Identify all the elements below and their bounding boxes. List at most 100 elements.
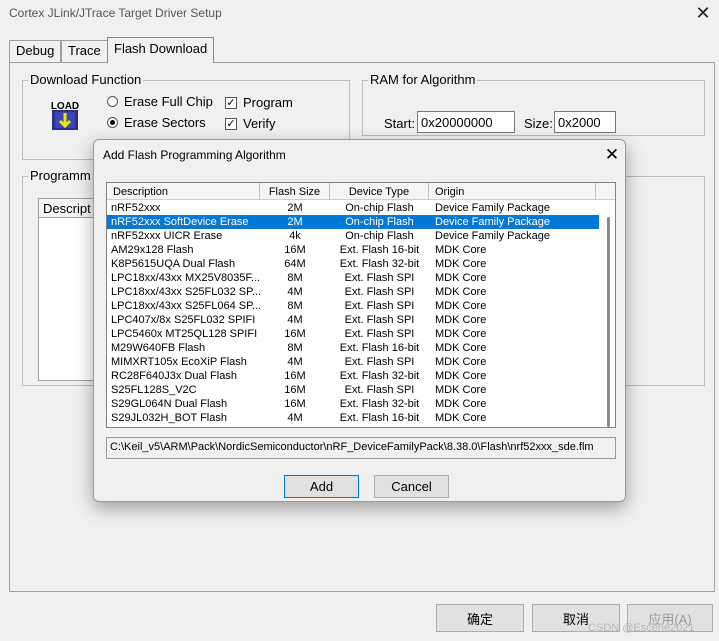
add-button[interactable]: Add [284, 475, 359, 498]
cell-origin: MDK Core [435, 286, 487, 298]
cell-origin: Device Family Package [435, 230, 550, 242]
cell-description: LPC18xx/43xx S25FL064 SP... [111, 300, 260, 312]
table-row[interactable]: MIMXRT105x EcoXiP Flash 4M Ext. Flash SPI M… [107, 355, 599, 369]
table-row[interactable]: M29W640FB Flash 8M Ext. Flash 16-bit MDK Co… [107, 341, 599, 355]
table-row[interactable]: LPC5460x MT25QL128 SPIFI 16M Ext. Flash SP… [107, 327, 599, 341]
scrollbar-thumb[interactable] [607, 217, 610, 427]
cell-description: nRF52xxx SoftDevice Erase [111, 216, 249, 228]
cell-flash-size: 8M [287, 300, 303, 312]
table-row[interactable]: nRF52xxx UICR Erase 4k On-chip Flash Device… [107, 229, 599, 243]
cell-origin: Device Family Package [435, 202, 550, 214]
cell-description: nRF52xxx [111, 202, 161, 214]
table-row[interactable]: LPC407x/8x S25FL032 SPIFI 4M Ext. Flash SP… [107, 313, 599, 327]
table-row[interactable]: S29GL064N Dual Flash 16M Ext. Flash 32-bit… [107, 397, 599, 411]
download-function-label: Download Function [28, 72, 144, 87]
algorithm-table[interactable]: Description Flash Size Device Type Origi… [106, 182, 616, 428]
tab-trace[interactable]: Trace [61, 40, 108, 62]
cell-flash-size: 8M [287, 342, 303, 354]
dialog-close-button[interactable]: ✕ [600, 144, 624, 166]
cell-description: AM29x128 Flash [111, 244, 194, 256]
load-icon: LOAD [49, 99, 81, 131]
dialog-title: Add Flash Programming Algorithm [103, 148, 286, 162]
cell-description: S29JL032H_BOT Flash [111, 412, 227, 424]
erase-sectors-label: Erase Sectors [124, 115, 206, 130]
cell-device-type: Ext. Flash 16-bit [339, 244, 420, 256]
cell-description: MIMXRT105x EcoXiP Flash [111, 356, 247, 368]
cell-flash-size: 8M [287, 272, 303, 284]
cell-flash-size: 2M [287, 216, 303, 228]
start-address-field[interactable]: 0x20000000 [417, 111, 515, 133]
column-header-description[interactable]: Description [107, 183, 260, 200]
dialog-cancel-button[interactable]: Cancel [374, 475, 449, 498]
cell-flash-size: 2M [287, 202, 303, 214]
cell-device-type: Ext. Flash 16-bit [339, 342, 420, 354]
cell-description: M29W640FB Flash [111, 342, 206, 354]
tab-debug[interactable]: Debug [9, 40, 62, 62]
cell-origin: MDK Core [435, 314, 487, 326]
cell-flash-size: 16M [284, 384, 306, 396]
erase-full-chip-radio[interactable] [107, 96, 118, 107]
vertical-scrollbar[interactable] [602, 201, 614, 427]
cell-flash-size: 64M [284, 258, 306, 270]
column-header-device-type[interactable]: Device Type [330, 183, 429, 200]
table-row[interactable]: LPC18xx/43xx S25FL064 SP... 8M Ext. Flash … [107, 299, 599, 313]
table-row[interactable]: K8P5615UQA Dual Flash 64M Ext. Flash 32-bi… [107, 257, 599, 271]
table-row[interactable]: RC28F640J3x Dual Flash 16M Ext. Flash 32-b… [107, 369, 599, 383]
cell-origin: Device Family Package [435, 216, 550, 228]
window-close-button[interactable]: ✕ [688, 0, 718, 26]
table-row[interactable]: S29JL032H_BOT Flash 4M Ext. Flash 16-bit MD… [107, 411, 599, 425]
column-header-origin[interactable]: Origin [429, 183, 596, 200]
watermark: CSDN @Escene2021 [588, 622, 695, 634]
programming-algorithm-label: Programm [28, 168, 93, 183]
table-row[interactable]: AM29x128 Flash 16M Ext. Flash 16-bit MDK Co… [107, 243, 599, 257]
erase-full-chip-option[interactable]: Erase Full Chip [107, 94, 213, 109]
erase-sectors-radio[interactable] [107, 117, 118, 128]
cell-origin: MDK Core [435, 398, 487, 410]
cell-flash-size: 4M [287, 314, 303, 326]
cell-origin: MDK Core [435, 300, 487, 312]
erase-sectors-option[interactable]: Erase Sectors [107, 115, 206, 130]
add-flash-algorithm-dialog: Add Flash Programming Algorithm ✕ Descri… [93, 139, 626, 502]
cell-flash-size: 4k [289, 230, 301, 242]
algorithm-path-field: C:\Keil_v5\ARM\Pack\NordicSemiconductor\… [106, 437, 616, 459]
table-row[interactable]: LPC18xx/43xx S25FL032 SP... 4M Ext. Flash … [107, 285, 599, 299]
size-label: Size: [524, 116, 553, 131]
table-rows: nRF52xxx 2M On-chip Flash Device Family Pac… [107, 201, 599, 425]
table-row[interactable]: nRF52xxx SoftDevice Erase 2M On-chip Flash… [107, 215, 599, 229]
cell-device-type: Ext. Flash SPI [344, 328, 415, 340]
cell-description: LPC5460x MT25QL128 SPIFI [111, 328, 258, 340]
cell-description: LPC18xx/43xx MX25V8035F... [111, 272, 260, 284]
cell-device-type: Ext. Flash SPI [344, 286, 415, 298]
cell-device-type: On-chip Flash [345, 202, 414, 214]
cell-device-type: Ext. Flash 32-bit [339, 258, 420, 270]
cell-device-type: Ext. Flash SPI [344, 272, 415, 284]
cell-origin: MDK Core [435, 370, 487, 382]
cell-flash-size: 16M [284, 398, 306, 410]
cell-description: S29GL064N Dual Flash [111, 398, 228, 410]
table-row[interactable]: S25FL128S_V2C 16M Ext. Flash SPI MDK Core [107, 383, 599, 397]
cell-origin: MDK Core [435, 258, 487, 270]
program-label: Program [243, 95, 293, 110]
column-header-flash-size[interactable]: Flash Size [260, 183, 330, 200]
verify-label: Verify [243, 116, 276, 131]
cell-device-type: On-chip Flash [345, 216, 414, 228]
verify-checkbox[interactable]: ✓ [225, 117, 237, 130]
cell-device-type: Ext. Flash 32-bit [339, 370, 420, 382]
tab-flash-download[interactable]: Flash Download [107, 37, 215, 63]
verify-option[interactable]: ✓ Verify [225, 116, 276, 131]
table-row[interactable]: LPC18xx/43xx MX25V8035F... 8M Ext. Flash S… [107, 271, 599, 285]
cell-device-type: Ext. Flash 16-bit [339, 412, 420, 424]
program-option[interactable]: ✓ Program [225, 95, 293, 110]
cell-device-type: On-chip Flash [345, 230, 414, 242]
cell-flash-size: 4M [287, 412, 303, 424]
ok-button[interactable]: 确定 [436, 604, 524, 632]
cell-flash-size: 16M [284, 370, 306, 382]
cell-flash-size: 4M [287, 286, 303, 298]
program-checkbox[interactable]: ✓ [225, 96, 237, 109]
table-header: Description Flash Size Device Type Origi… [107, 183, 615, 200]
table-row[interactable]: nRF52xxx 2M On-chip Flash Device Family Pac… [107, 201, 599, 215]
size-field[interactable]: 0x2000 [554, 111, 616, 133]
cell-device-type: Ext. Flash SPI [344, 314, 415, 326]
cell-origin: MDK Core [435, 328, 487, 340]
cell-origin: MDK Core [435, 342, 487, 354]
